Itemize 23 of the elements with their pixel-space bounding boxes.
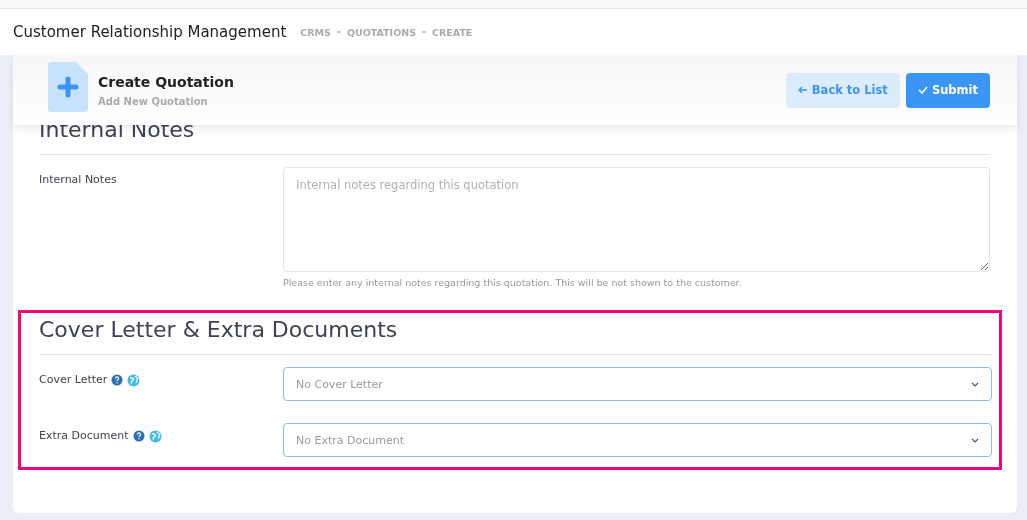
page-subtitle: Add New Quotation	[98, 95, 209, 107]
left-arrow-icon	[797, 86, 808, 94]
page-title: Create Quotation	[98, 73, 234, 90]
field-label: Internal Notes	[39, 173, 117, 186]
breadcrumb-link[interactable]: CREATE	[432, 26, 473, 38]
help-icon	[132, 430, 145, 442]
breadcrumb-link[interactable]: CRMS	[300, 26, 331, 38]
field-label: Extra Document	[39, 429, 129, 442]
field-label: Cover Letter	[39, 373, 108, 386]
section-title: Cover Letter & Extra Documents	[39, 316, 399, 344]
chevron-down-icon	[971, 381, 979, 387]
dropdown-field[interactable]: No Extra Document	[283, 423, 992, 457]
new-document-icon	[48, 61, 88, 112]
help-text: Please enter any internal notes regarding this quotation. This will be not shown to the customer.	[283, 277, 743, 288]
submit-button[interactable]: Submit	[905, 72, 990, 108]
notes-field[interactable]: Internal notes regarding this quotation	[283, 167, 990, 272]
help-icon	[111, 374, 124, 386]
checkmark-icon	[917, 86, 928, 94]
chevron-down-icon	[971, 437, 979, 443]
breadcrumb-link[interactable]: QUOTATIONS	[346, 26, 416, 38]
app-title: Customer Relationship Management	[13, 23, 287, 41]
back-button[interactable]: Back to List	[785, 72, 900, 108]
dropdown-field[interactable]: No Cover Letter	[283, 367, 992, 401]
